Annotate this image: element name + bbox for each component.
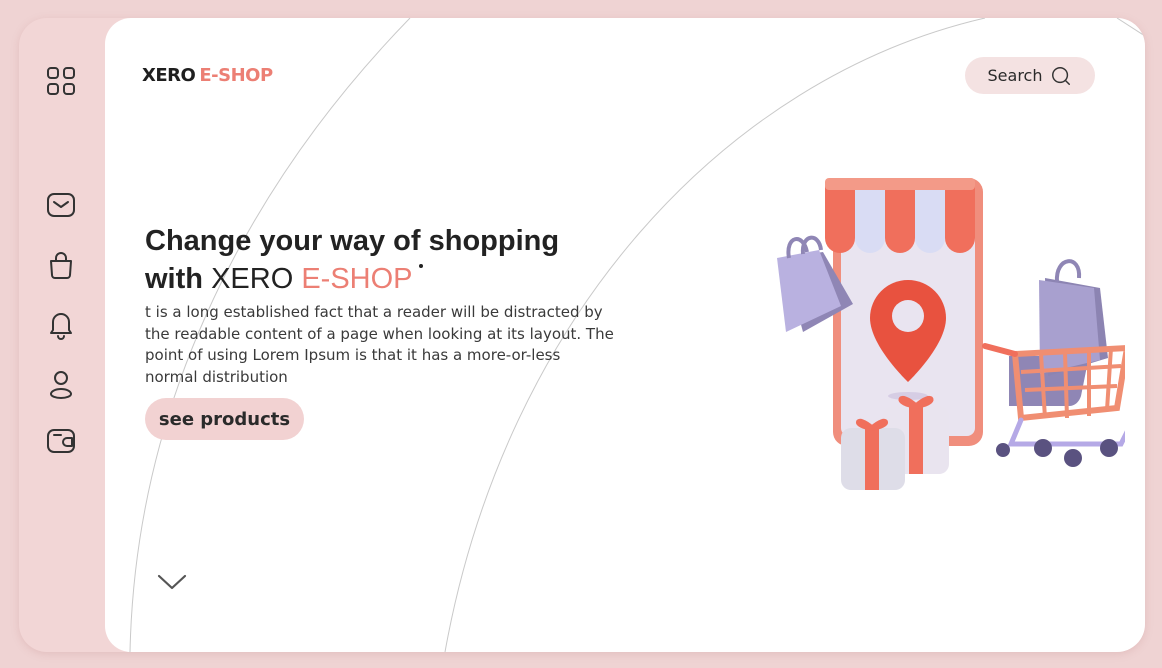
sidebar	[19, 18, 105, 652]
search-button[interactable]: Search	[965, 57, 1095, 94]
mail-icon[interactable]	[45, 189, 77, 221]
main-panel: XERO E-SHOP Search Change your way of sho…	[105, 18, 1145, 652]
grid-icon[interactable]	[45, 65, 77, 97]
shopping-cart	[982, 259, 1125, 467]
bag-icon[interactable]	[45, 249, 77, 281]
hero-title-accent: E-SHOP	[301, 263, 413, 295]
shopping-illustration	[777, 178, 1125, 490]
hero-description: t is a long established fact that a read…	[145, 303, 614, 386]
brand-name: XERO	[142, 65, 196, 86]
brand-logo[interactable]: XERO E-SHOP	[142, 65, 273, 86]
brand-accent: E-SHOP	[199, 65, 273, 86]
search-icon	[1052, 66, 1071, 85]
see-products-button[interactable]: see products	[145, 398, 304, 440]
hero-title-line1: Change your way of shopping	[145, 225, 560, 257]
hero-title-with: with	[145, 263, 203, 295]
wallet-icon[interactable]	[45, 424, 77, 456]
title-dot	[418, 264, 423, 268]
bell-icon[interactable]	[45, 308, 77, 340]
hero-title-brand: XERO	[211, 263, 294, 295]
chevron-down-icon[interactable]	[155, 570, 189, 592]
search-label: Search	[987, 66, 1043, 85]
hero-title: Change your way of shopping with XERO E-…	[145, 222, 665, 298]
app-window: XERO E-SHOP Search Change your way of sho…	[19, 18, 1145, 652]
shop-awning	[825, 178, 975, 253]
user-icon[interactable]	[45, 368, 77, 400]
